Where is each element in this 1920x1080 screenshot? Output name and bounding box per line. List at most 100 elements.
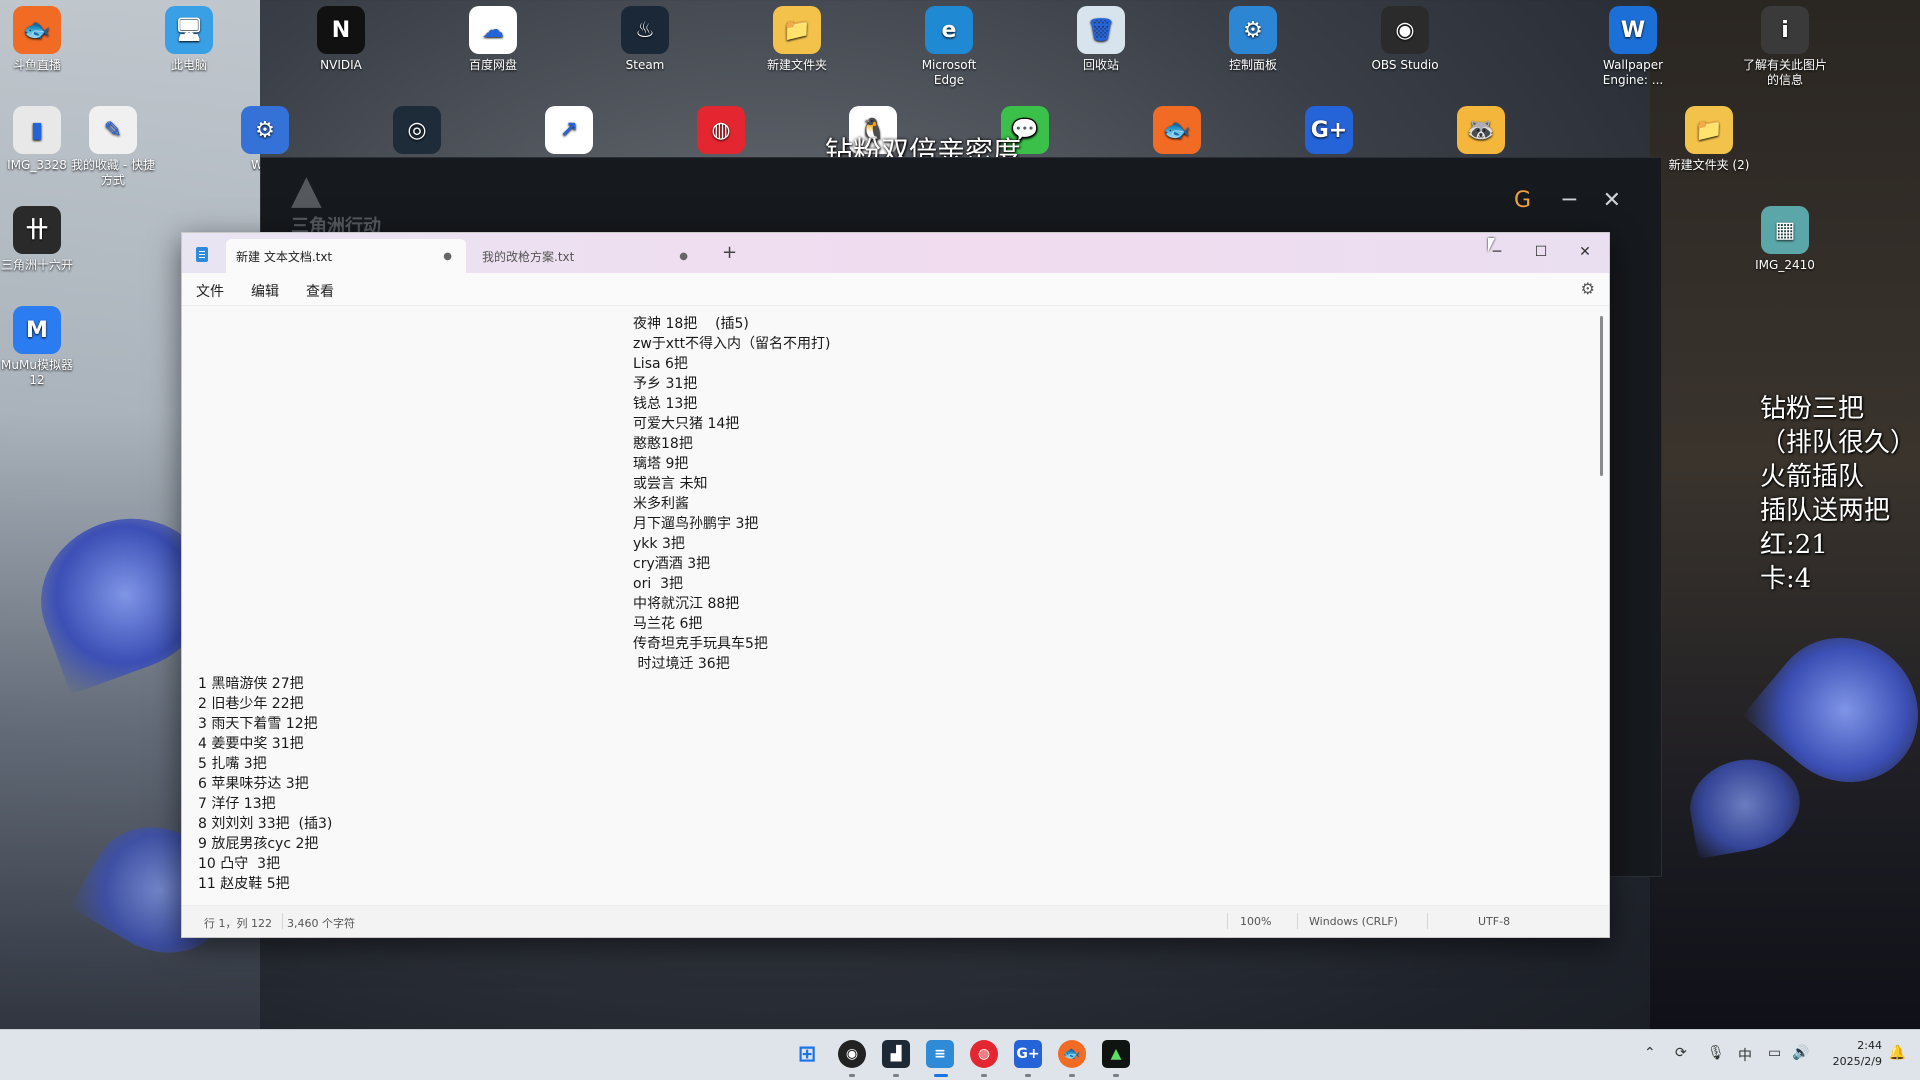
desktop-icon[interactable]: ⚙ 控制面板	[1210, 6, 1296, 73]
desktop-icon[interactable]: G+	[1286, 106, 1372, 158]
mouse-cursor-icon	[1488, 238, 1495, 252]
running-indicator	[893, 1074, 899, 1077]
nvidia-icon: N	[317, 6, 365, 54]
zoom-level[interactable]: 100%	[1240, 915, 1271, 928]
settings-gear-icon[interactable]: ⚙	[1581, 279, 1595, 298]
desktop-icon-label: 斗鱼直播	[12, 58, 61, 72]
game-minimize-button[interactable]: ─	[1563, 188, 1576, 213]
taskbar-gplus-icon[interactable]: G+	[1014, 1040, 1042, 1068]
minimize-button[interactable]: ─	[1475, 237, 1519, 267]
text-editor-area[interactable]: 夜神 18把 (插5) zw于xtt不得入内（留名不用打) Lisa 6把 予乡 31…	[182, 306, 1609, 905]
running-indicator	[1025, 1074, 1031, 1077]
text-line: 予乡 31把	[633, 376, 698, 392]
desktop-icon[interactable]: M MuMu模拟器12	[0, 306, 80, 388]
overlay-right-line: 插队送两把	[1760, 496, 1891, 526]
tab-new-text-document[interactable]: 新建 文本文档.txt ●	[226, 239, 466, 273]
menu-view[interactable]: 查看	[306, 281, 334, 301]
unsaved-dot-icon: ●	[443, 250, 452, 262]
tray-network-icon[interactable]: ▭	[1768, 1045, 1781, 1061]
notepad-window[interactable]: 新建 文本文档.txt ● 我的改枪方案.txt ● + ─ ☐ ✕ 文件 编辑…	[181, 232, 1610, 938]
text-line: cry酒酒 3把	[633, 556, 711, 572]
desktop-icon-label: IMG_2410	[1755, 258, 1815, 272]
taskbar-obs-icon[interactable]: ◉	[838, 1040, 866, 1068]
desktop-icon[interactable]: N NVIDIA	[298, 6, 384, 73]
desktop-icon[interactable]: ☁ 百度网盘	[450, 6, 536, 73]
desktop-icon-label: 三角洲十六开	[0, 258, 73, 272]
text-line: 2 旧巷少年 22把	[198, 696, 304, 712]
running-indicator	[981, 1074, 987, 1077]
tray-microphone-icon[interactable]: 🎙	[1707, 1045, 1725, 1061]
maximize-button[interactable]: ☐	[1519, 237, 1563, 267]
desktop-icon[interactable]: e Microsoft Edge	[906, 6, 992, 88]
text-line: 5 扎嘴 3把	[198, 756, 267, 772]
text-line: 或尝言 未知	[633, 476, 708, 492]
tray-volume-icon[interactable]: 🔊	[1792, 1045, 1809, 1061]
taskbar-terminal-icon[interactable]: ▟	[882, 1040, 910, 1068]
tab-gun-build-plan[interactable]: 我的改枪方案.txt ●	[472, 239, 702, 273]
text-line: 可爱大只猪 14把	[633, 416, 740, 432]
running-indicator	[934, 1074, 948, 1077]
taskbar: ⊞ ◉ ▟ ≡ ◍ G+ 🐟 ▲ ⌃ ⟳ 🎙 中 ▭ 🔊 2:44 2025/2…	[0, 1029, 1920, 1080]
mumu-icon: M	[13, 306, 61, 354]
edge-icon: e	[925, 6, 973, 54]
encoding[interactable]: UTF-8	[1478, 915, 1510, 928]
close-button[interactable]: ✕	[1563, 237, 1607, 267]
desktop-icon[interactable]: 🦝	[1438, 106, 1524, 158]
douyu-icon: 🐟	[13, 6, 61, 54]
text-line: 憨憨18把	[633, 436, 693, 452]
line-ending[interactable]: Windows (CRLF)	[1309, 915, 1398, 928]
text-line: 米多利酱	[633, 496, 689, 512]
game-close-button[interactable]: ✕	[1603, 188, 1621, 213]
tray-sync-icon[interactable]: ⟳	[1675, 1045, 1687, 1061]
desktop-icon[interactable]: ◉ OBS Studio	[1362, 6, 1448, 73]
folder-icon-2: 📁	[1685, 106, 1733, 154]
text-line: ykk 3把	[633, 536, 685, 552]
vertical-scrollbar[interactable]	[1600, 316, 1603, 476]
game-icon: 卄	[13, 206, 61, 254]
desktop-icon[interactable]: 🐟	[1134, 106, 1220, 158]
text-line: 6 苹果味芬达 3把	[198, 776, 309, 792]
desktop-icon[interactable]: ▦ IMG_2410	[1742, 206, 1828, 273]
game-brand-icon[interactable]: G	[1514, 188, 1531, 213]
running-indicator	[1113, 1074, 1119, 1077]
unsaved-dot-icon: ●	[679, 250, 688, 262]
desktop-icon[interactable]: 📁 新建文件夹 (2)	[1666, 106, 1752, 173]
desktop-icon[interactable]: 卄三角洲十六开	[0, 206, 80, 273]
desktop-icon[interactable]: ↗	[526, 106, 612, 158]
desktop-icon[interactable]: ♨ Steam	[602, 6, 688, 73]
taskbar-douyu-icon[interactable]: 🐟	[1058, 1040, 1086, 1068]
desktop-icon-label: 新建文件夹 (2)	[1668, 158, 1750, 172]
tray-overflow-chevron-icon[interactable]: ⌃	[1644, 1045, 1656, 1061]
desktop-icon[interactable]: 🗑 回收站	[1058, 6, 1144, 73]
desktop-icon[interactable]: ▮ IMG_3328	[0, 106, 80, 173]
system-clock[interactable]: 2:44 2025/2/9	[1833, 1038, 1882, 1070]
status-separator	[1427, 913, 1428, 929]
desktop-icon[interactable]: W Wallpaper Engine: ...	[1590, 6, 1676, 88]
taskbar-notepad-icon[interactable]: ≡	[926, 1040, 954, 1068]
taskbar-netease-music-icon[interactable]: ◍	[970, 1040, 998, 1068]
desktop-icon[interactable]: ✎ 我的收藏 - 快捷方式	[70, 106, 156, 188]
desktop-icon[interactable]: i 了解有关此图片的信息	[1742, 6, 1828, 88]
notification-bell-icon[interactable]: 🔔	[1889, 1045, 1906, 1061]
menu-file[interactable]: 文件	[196, 281, 224, 301]
text-line: 璃塔 9把	[633, 456, 689, 472]
text-line: ori 3把	[633, 576, 684, 592]
desktop-icon-label: 了解有关此图片的信息	[1742, 58, 1827, 87]
desktop-icon[interactable]: ◎	[374, 106, 460, 158]
desktop-icon[interactable]: 🐟 斗鱼直播	[0, 6, 80, 73]
taskbar-delta-force-icon[interactable]: ▲	[1102, 1040, 1130, 1068]
desktop-icon[interactable]: 📁 新建文件夹	[754, 6, 840, 73]
text-line: 时过境迁 36把	[633, 656, 730, 672]
desktop-icon[interactable]: ◍	[678, 106, 764, 158]
ime-indicator[interactable]: 中	[1738, 1045, 1752, 1065]
overlay-right-line: 红:21	[1760, 530, 1828, 560]
gplus-icon: G+	[1305, 106, 1353, 154]
desktop-icon[interactable]: 🖥 此电脑	[146, 6, 232, 73]
desktop-icon-label: Wallpaper Engine: ...	[1602, 58, 1664, 87]
overlay-right-line: （排队很久）	[1760, 428, 1917, 458]
menu-edit[interactable]: 编辑	[251, 281, 279, 301]
start-windows-icon[interactable]: ⊞	[793, 1040, 821, 1068]
game-logo: ▲ 三角洲行动	[291, 167, 381, 237]
new-tab-button[interactable]: +	[722, 242, 737, 263]
notepad-app-icon	[196, 247, 208, 262]
